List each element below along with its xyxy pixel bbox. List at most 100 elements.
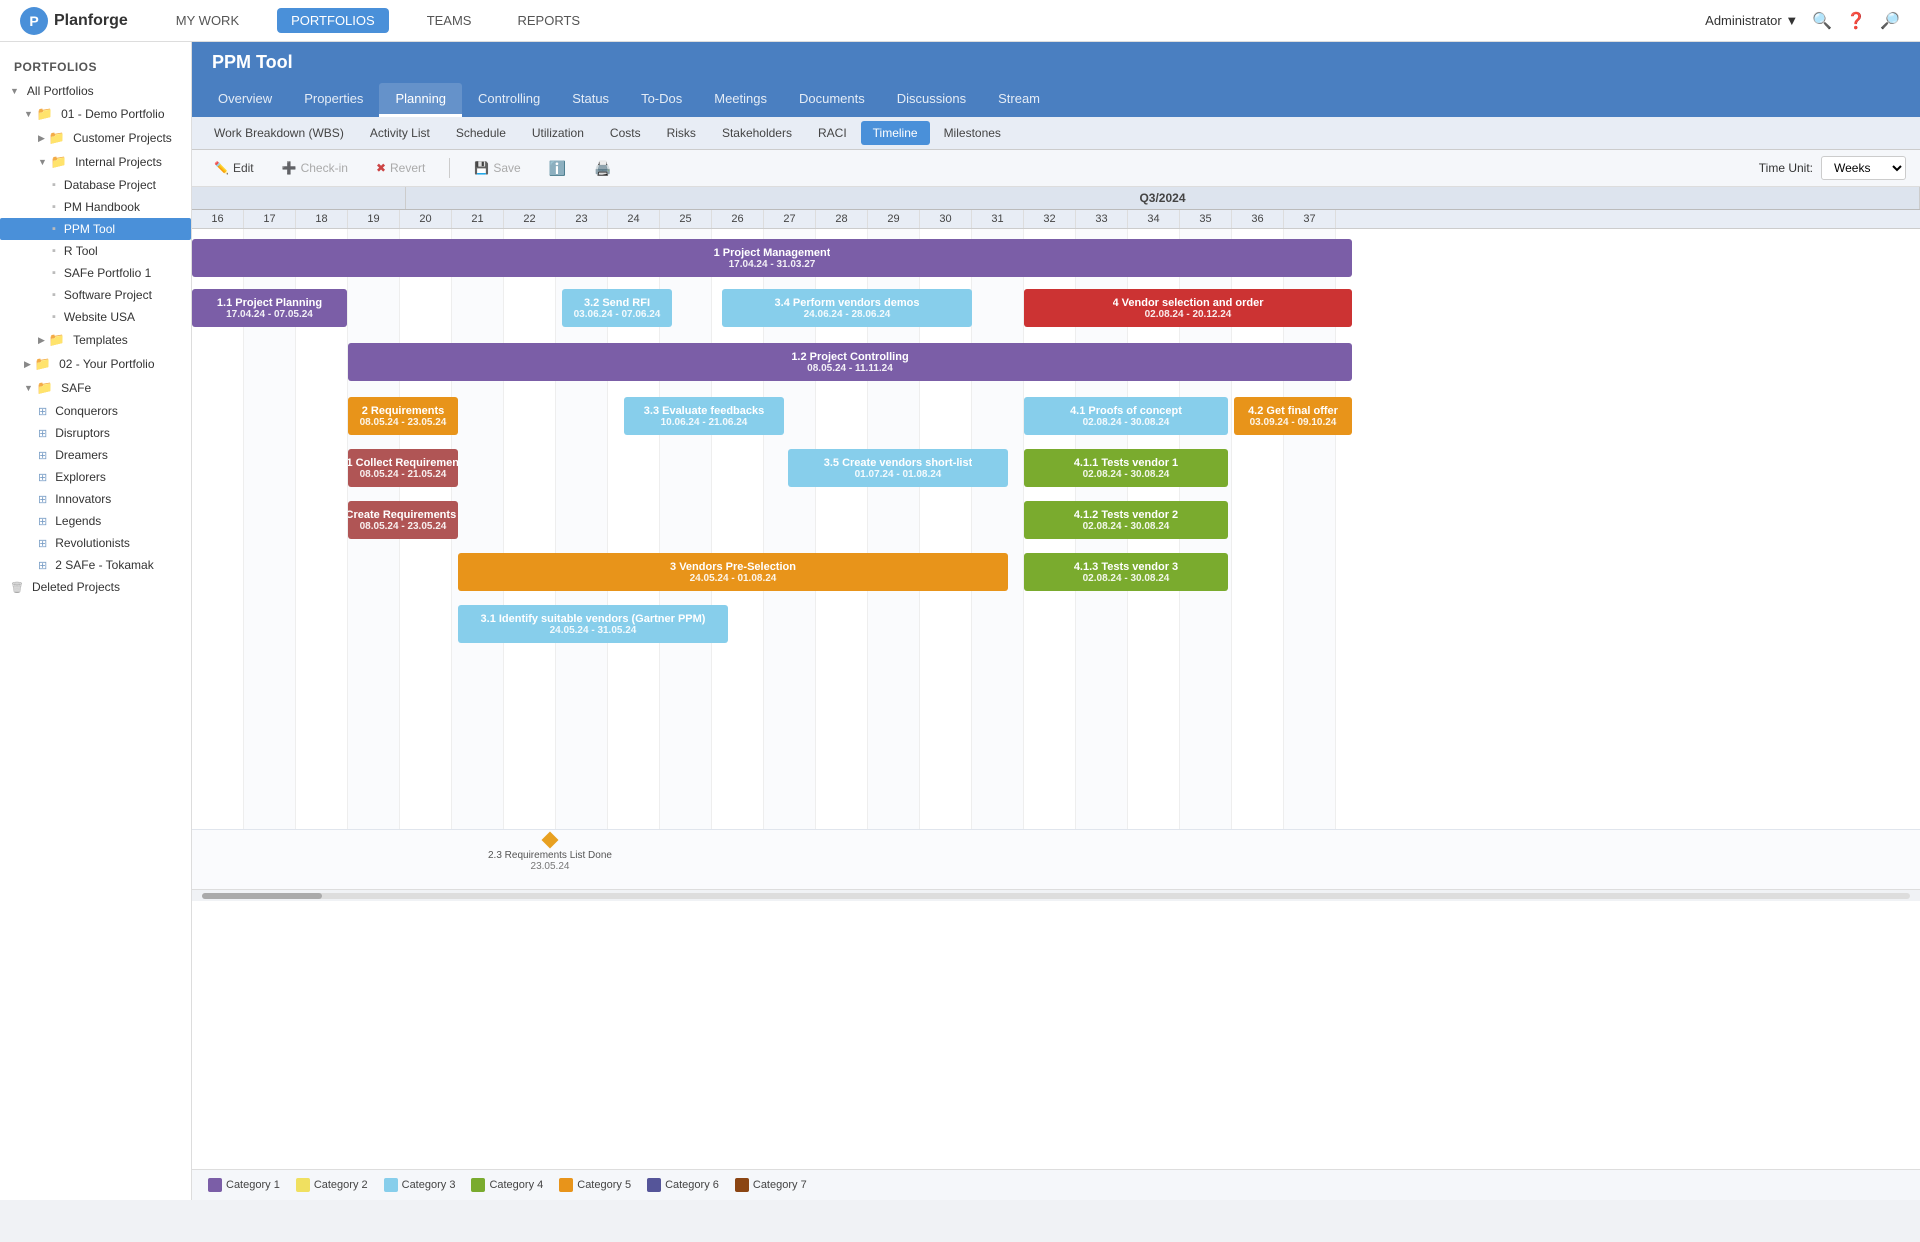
tab1-status[interactable]: Status: [556, 83, 625, 117]
sidebar-item-legends[interactable]: ⊞Legends: [0, 510, 191, 532]
tab1-stream[interactable]: Stream: [982, 83, 1056, 117]
sidebar-item-demo-portfolio[interactable]: ▼📁01 - Demo Portfolio: [0, 102, 191, 126]
tab1-todos[interactable]: To-Dos: [625, 83, 698, 117]
week-cell-27: 27: [764, 210, 816, 228]
help-icon[interactable]: ❓: [1846, 11, 1866, 31]
sidebar-item-r-tool[interactable]: ▪R Tool: [0, 240, 191, 262]
tab2-timeline[interactable]: Timeline: [861, 121, 930, 145]
sidebar-item-disruptors[interactable]: ⊞Disruptors: [0, 422, 191, 444]
tab2-risks[interactable]: Risks: [655, 121, 708, 145]
sidebar-item-ppm-tool[interactable]: ▪PPM Tool: [0, 218, 191, 240]
app-logo[interactable]: P Planforge: [20, 7, 128, 35]
sidebar-item-revolutionists[interactable]: ⊞Revolutionists: [0, 532, 191, 554]
sidebar-item-internal-projects[interactable]: ▼📁Internal Projects: [0, 150, 191, 174]
sidebar-item-customer-projects[interactable]: ▶📁Customer Projects: [0, 126, 191, 150]
nav-teams[interactable]: TEAMS: [419, 9, 480, 32]
milestone-item[interactable]: 2.3 Requirements List Done23.05.24: [488, 834, 612, 872]
checkin-button[interactable]: ➕ Check-in: [274, 158, 356, 178]
sidebar-item-templates[interactable]: ▶📁Templates: [0, 328, 191, 352]
gantt-bar-bar-1-1[interactable]: 1.1 Project Planning17.04.24 - 07.05.24: [192, 289, 347, 327]
tab2-milestones[interactable]: Milestones: [932, 121, 1013, 145]
sidebar-item-conquerors[interactable]: ⊞Conquerors: [0, 400, 191, 422]
nav-portfolios[interactable]: PORTFOLIOS: [277, 8, 389, 33]
tab1-documents[interactable]: Documents: [783, 83, 881, 117]
sidebar-item-explorers[interactable]: ⊞Explorers: [0, 466, 191, 488]
gantt-bar-bar-2-1[interactable]: 2.1 Collect Requirements08.05.24 - 21.05…: [348, 449, 458, 487]
nav-reports[interactable]: REPORTS: [509, 9, 588, 32]
scrollbar-track[interactable]: [202, 893, 1910, 899]
gantt-bar-bar-4-2[interactable]: 4.2 Get final offer03.09.24 - 09.10.24: [1234, 397, 1352, 435]
tab2-activity-list[interactable]: Activity List: [358, 121, 442, 145]
sidebar-item-2safe-tokamak[interactable]: ⊞2 SAFe - Tokamak: [0, 554, 191, 576]
time-unit-section: Time Unit: Weeks Days Months Quarters: [1759, 156, 1906, 180]
toolbar: ✏️ Edit ➕ Check-in ✖ Revert 💾 Save ℹ️ 🖨️: [192, 150, 1920, 187]
project-header: PPM Tool: [192, 42, 1920, 83]
info-button[interactable]: ℹ️: [541, 157, 574, 180]
tab2-utilization[interactable]: Utilization: [520, 121, 596, 145]
scrollbar-thumb[interactable]: [202, 893, 322, 899]
zoom-icon[interactable]: 🔎: [1880, 11, 1900, 31]
tab1-discussions[interactable]: Discussions: [881, 83, 982, 117]
nav-my-work[interactable]: MY WORK: [168, 9, 247, 32]
print-button[interactable]: 🖨️: [586, 157, 619, 180]
gantt-bar-bar-1[interactable]: 1 Project Management17.04.24 - 31.03.27: [192, 239, 1352, 277]
sidebar-item-your-portfolio[interactable]: ▶📁02 - Your Portfolio: [0, 352, 191, 376]
separator-1: [449, 158, 450, 178]
week-cell-20: 20: [400, 210, 452, 228]
gantt-bar-bar-3[interactable]: 3 Vendors Pre-Selection24.05.24 - 01.08.…: [458, 553, 1008, 591]
sidebar-item-database-project[interactable]: ▪Database Project: [0, 174, 191, 196]
gantt-bar-bar-3-5[interactable]: 3.5 Create vendors short-list01.07.24 - …: [788, 449, 1008, 487]
gantt-bar-bar-4-1-3[interactable]: 4.1.3 Tests vendor 302.08.24 - 30.08.24: [1024, 553, 1228, 591]
legend-item-category-4: Category 4: [471, 1178, 543, 1192]
gantt-bar-bar-3-3[interactable]: 3.3 Evaluate feedbacks10.06.24 - 21.06.2…: [624, 397, 784, 435]
sidebar-item-innovators[interactable]: ⊞Innovators: [0, 488, 191, 510]
sidebar-item-deleted-projects[interactable]: 🗑Deleted Projects: [0, 576, 191, 598]
search-icon[interactable]: 🔍: [1812, 11, 1832, 31]
tab1-controlling[interactable]: Controlling: [462, 83, 556, 117]
sidebar-item-safe[interactable]: ▼📁SAFe: [0, 376, 191, 400]
week-cell-33: 33: [1076, 210, 1128, 228]
tab1-overview[interactable]: Overview: [202, 83, 288, 117]
legend-item-category-2: Category 2: [296, 1178, 368, 1192]
sidebar-item-all-portfolios[interactable]: ▼All Portfolios: [0, 80, 191, 102]
revert-button[interactable]: ✖ Revert: [368, 158, 433, 178]
pencil-icon: ✏️: [214, 161, 229, 175]
tab1-planning[interactable]: Planning: [379, 83, 462, 117]
tab2-costs[interactable]: Costs: [598, 121, 653, 145]
gantt-bar-bar-4-1-2[interactable]: 4.1.2 Tests vendor 202.08.24 - 30.08.24: [1024, 501, 1228, 539]
tab1-meetings[interactable]: Meetings: [698, 83, 783, 117]
gantt-bar-bar-4-1-1[interactable]: 4.1.1 Tests vendor 102.08.24 - 30.08.24: [1024, 449, 1228, 487]
gantt-bar-bar-2[interactable]: 2 Requirements08.05.24 - 23.05.24: [348, 397, 458, 435]
milestone-area: 2.3 Requirements List Done23.05.24: [192, 829, 1920, 889]
tab1-properties[interactable]: Properties: [288, 83, 379, 117]
legend-item-category-1: Category 1: [208, 1178, 280, 1192]
user-menu[interactable]: Administrator ▼: [1705, 13, 1798, 28]
gantt-bar-bar-4-1[interactable]: 4.1 Proofs of concept02.08.24 - 30.08.24: [1024, 397, 1228, 435]
sidebar-item-safe-portfolio-1[interactable]: ▪SAFe Portfolio 1: [0, 262, 191, 284]
logo-text: Planforge: [54, 12, 128, 30]
revert-icon: ✖: [376, 161, 386, 175]
week-cell-28: 28: [816, 210, 868, 228]
gantt-bar-bar-1-2[interactable]: 1.2 Project Controlling08.05.24 - 11.11.…: [348, 343, 1352, 381]
tab2-wbs[interactable]: Work Breakdown (WBS): [202, 121, 356, 145]
gantt-bar-bar-2-2[interactable]: 2.2 Create Requirements List08.05.24 - 2…: [348, 501, 458, 539]
top-nav: P Planforge MY WORK PORTFOLIOS TEAMS REP…: [0, 0, 1920, 42]
edit-button[interactable]: ✏️ Edit: [206, 158, 262, 178]
sidebar-item-software-project[interactable]: ▪Software Project: [0, 284, 191, 306]
sidebar-item-dreamers[interactable]: ⊞Dreamers: [0, 444, 191, 466]
tab2-raci[interactable]: RACI: [806, 121, 859, 145]
time-unit-select[interactable]: Weeks Days Months Quarters: [1821, 156, 1906, 180]
tab2-schedule[interactable]: Schedule: [444, 121, 518, 145]
sidebar-item-pm-handbook[interactable]: ▪PM Handbook: [0, 196, 191, 218]
gantt-bar-bar-3-4[interactable]: 3.4 Perform vendors demos24.06.24 - 28.0…: [722, 289, 972, 327]
gantt-bar-bar-3-1[interactable]: 3.1 Identify suitable vendors (Gartner P…: [458, 605, 728, 643]
sidebar-item-website-usa[interactable]: ▪Website USA: [0, 306, 191, 328]
quarter-header-row: Q3/2024: [192, 187, 1920, 210]
tab2-stakeholders[interactable]: Stakeholders: [710, 121, 804, 145]
gantt-bar-bar-3-2[interactable]: 3.2 Send RFI03.06.24 - 07.06.24: [562, 289, 672, 327]
week-cell-36: 36: [1232, 210, 1284, 228]
gantt-bar-bar-4[interactable]: 4 Vendor selection and order02.08.24 - 2…: [1024, 289, 1352, 327]
save-button[interactable]: 💾 Save: [466, 158, 528, 178]
sidebar: PORTFOLIOS ▼All Portfolios▼📁01 - Demo Po…: [0, 42, 192, 1200]
gantt-scroll[interactable]: Q3/2024 16171819202122232425262728293031…: [192, 187, 1920, 1169]
